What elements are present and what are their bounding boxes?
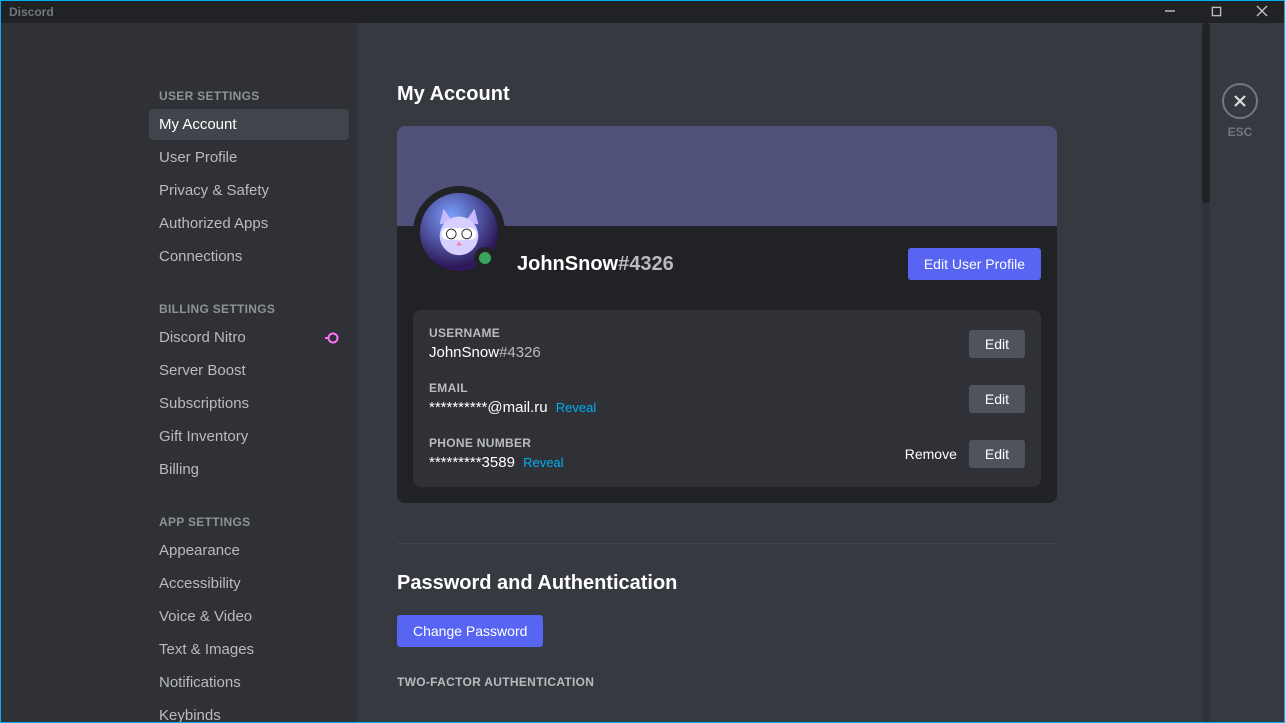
close-settings-button[interactable] bbox=[1222, 83, 1258, 119]
close-window-button[interactable] bbox=[1248, 4, 1276, 20]
sidebar-item-discord-nitro[interactable]: Discord Nitro bbox=[149, 322, 349, 353]
sidebar-item-accessibility[interactable]: Accessibility bbox=[149, 568, 349, 599]
sidebar-item-keybinds[interactable]: Keybinds bbox=[149, 700, 349, 722]
scrollbar-track[interactable] bbox=[1202, 23, 1210, 722]
email-value: **********@mail.ru Reveal bbox=[429, 399, 969, 416]
sidebar-item-text-images[interactable]: Text & Images bbox=[149, 634, 349, 665]
phone-value: *********3589 Reveal bbox=[429, 454, 893, 471]
sidebar-header-app-settings: APP SETTINGS bbox=[149, 509, 349, 535]
sidebar-item-user-profile[interactable]: User Profile bbox=[149, 142, 349, 173]
reveal-phone-link[interactable]: Reveal bbox=[523, 455, 563, 470]
minimize-button[interactable] bbox=[1156, 4, 1184, 20]
sidebar-item-authorized-apps[interactable]: Authorized Apps bbox=[149, 208, 349, 239]
username-value: JohnSnow#4326 bbox=[429, 344, 969, 361]
edit-username-button[interactable]: Edit bbox=[969, 330, 1025, 358]
window-title: Discord bbox=[9, 5, 54, 19]
edit-phone-button[interactable]: Edit bbox=[969, 440, 1025, 468]
sidebar-item-notifications[interactable]: Notifications bbox=[149, 667, 349, 698]
content-area: My Account bbox=[357, 23, 1210, 722]
nitro-icon bbox=[323, 330, 339, 346]
password-section-title: Password and Authentication bbox=[397, 572, 1057, 595]
profile-card: JohnSnow#4326 Edit User Profile USERNAME… bbox=[397, 126, 1057, 503]
sidebar-item-connections[interactable]: Connections bbox=[149, 241, 349, 272]
sidebar-header-user-settings: USER SETTINGS bbox=[149, 83, 349, 109]
sidebar-item-gift-inventory[interactable]: Gift Inventory bbox=[149, 421, 349, 452]
close-column: ESC bbox=[1210, 23, 1270, 722]
status-online-icon bbox=[474, 247, 496, 269]
email-label: EMAIL bbox=[429, 381, 969, 395]
close-icon bbox=[1231, 92, 1249, 110]
esc-label: ESC bbox=[1228, 125, 1253, 139]
profile-username: JohnSnow#4326 bbox=[517, 253, 674, 276]
page-title: My Account bbox=[397, 83, 1057, 106]
remove-phone-button[interactable]: Remove bbox=[893, 440, 969, 468]
account-fields: USERNAME JohnSnow#4326 Edit EMAIL ******… bbox=[413, 310, 1041, 487]
maximize-button[interactable] bbox=[1202, 4, 1230, 20]
sidebar-item-subscriptions[interactable]: Subscriptions bbox=[149, 388, 349, 419]
sidebar-item-voice-video[interactable]: Voice & Video bbox=[149, 601, 349, 632]
edit-email-button[interactable]: Edit bbox=[969, 385, 1025, 413]
edit-user-profile-button[interactable]: Edit User Profile bbox=[908, 248, 1041, 280]
scrollbar-thumb[interactable] bbox=[1202, 23, 1210, 203]
phone-label: PHONE NUMBER bbox=[429, 436, 893, 450]
sidebar-header-billing-settings: BILLING SETTINGS bbox=[149, 296, 349, 322]
sidebar-item-appearance[interactable]: Appearance bbox=[149, 535, 349, 566]
settings-sidebar: USER SETTINGS My Account User Profile Pr… bbox=[141, 23, 357, 722]
two-factor-header: TWO-FACTOR AUTHENTICATION bbox=[397, 675, 1057, 689]
divider bbox=[397, 543, 1057, 544]
reveal-email-link[interactable]: Reveal bbox=[556, 400, 596, 415]
left-margin bbox=[1, 23, 141, 722]
avatar[interactable] bbox=[413, 186, 505, 278]
sidebar-item-billing[interactable]: Billing bbox=[149, 454, 349, 485]
change-password-button[interactable]: Change Password bbox=[397, 615, 543, 647]
right-margin bbox=[1270, 23, 1284, 722]
sidebar-item-server-boost[interactable]: Server Boost bbox=[149, 355, 349, 386]
sidebar-item-privacy-safety[interactable]: Privacy & Safety bbox=[149, 175, 349, 206]
username-label: USERNAME bbox=[429, 326, 969, 340]
titlebar: Discord bbox=[1, 1, 1284, 23]
sidebar-item-my-account[interactable]: My Account bbox=[149, 109, 349, 140]
